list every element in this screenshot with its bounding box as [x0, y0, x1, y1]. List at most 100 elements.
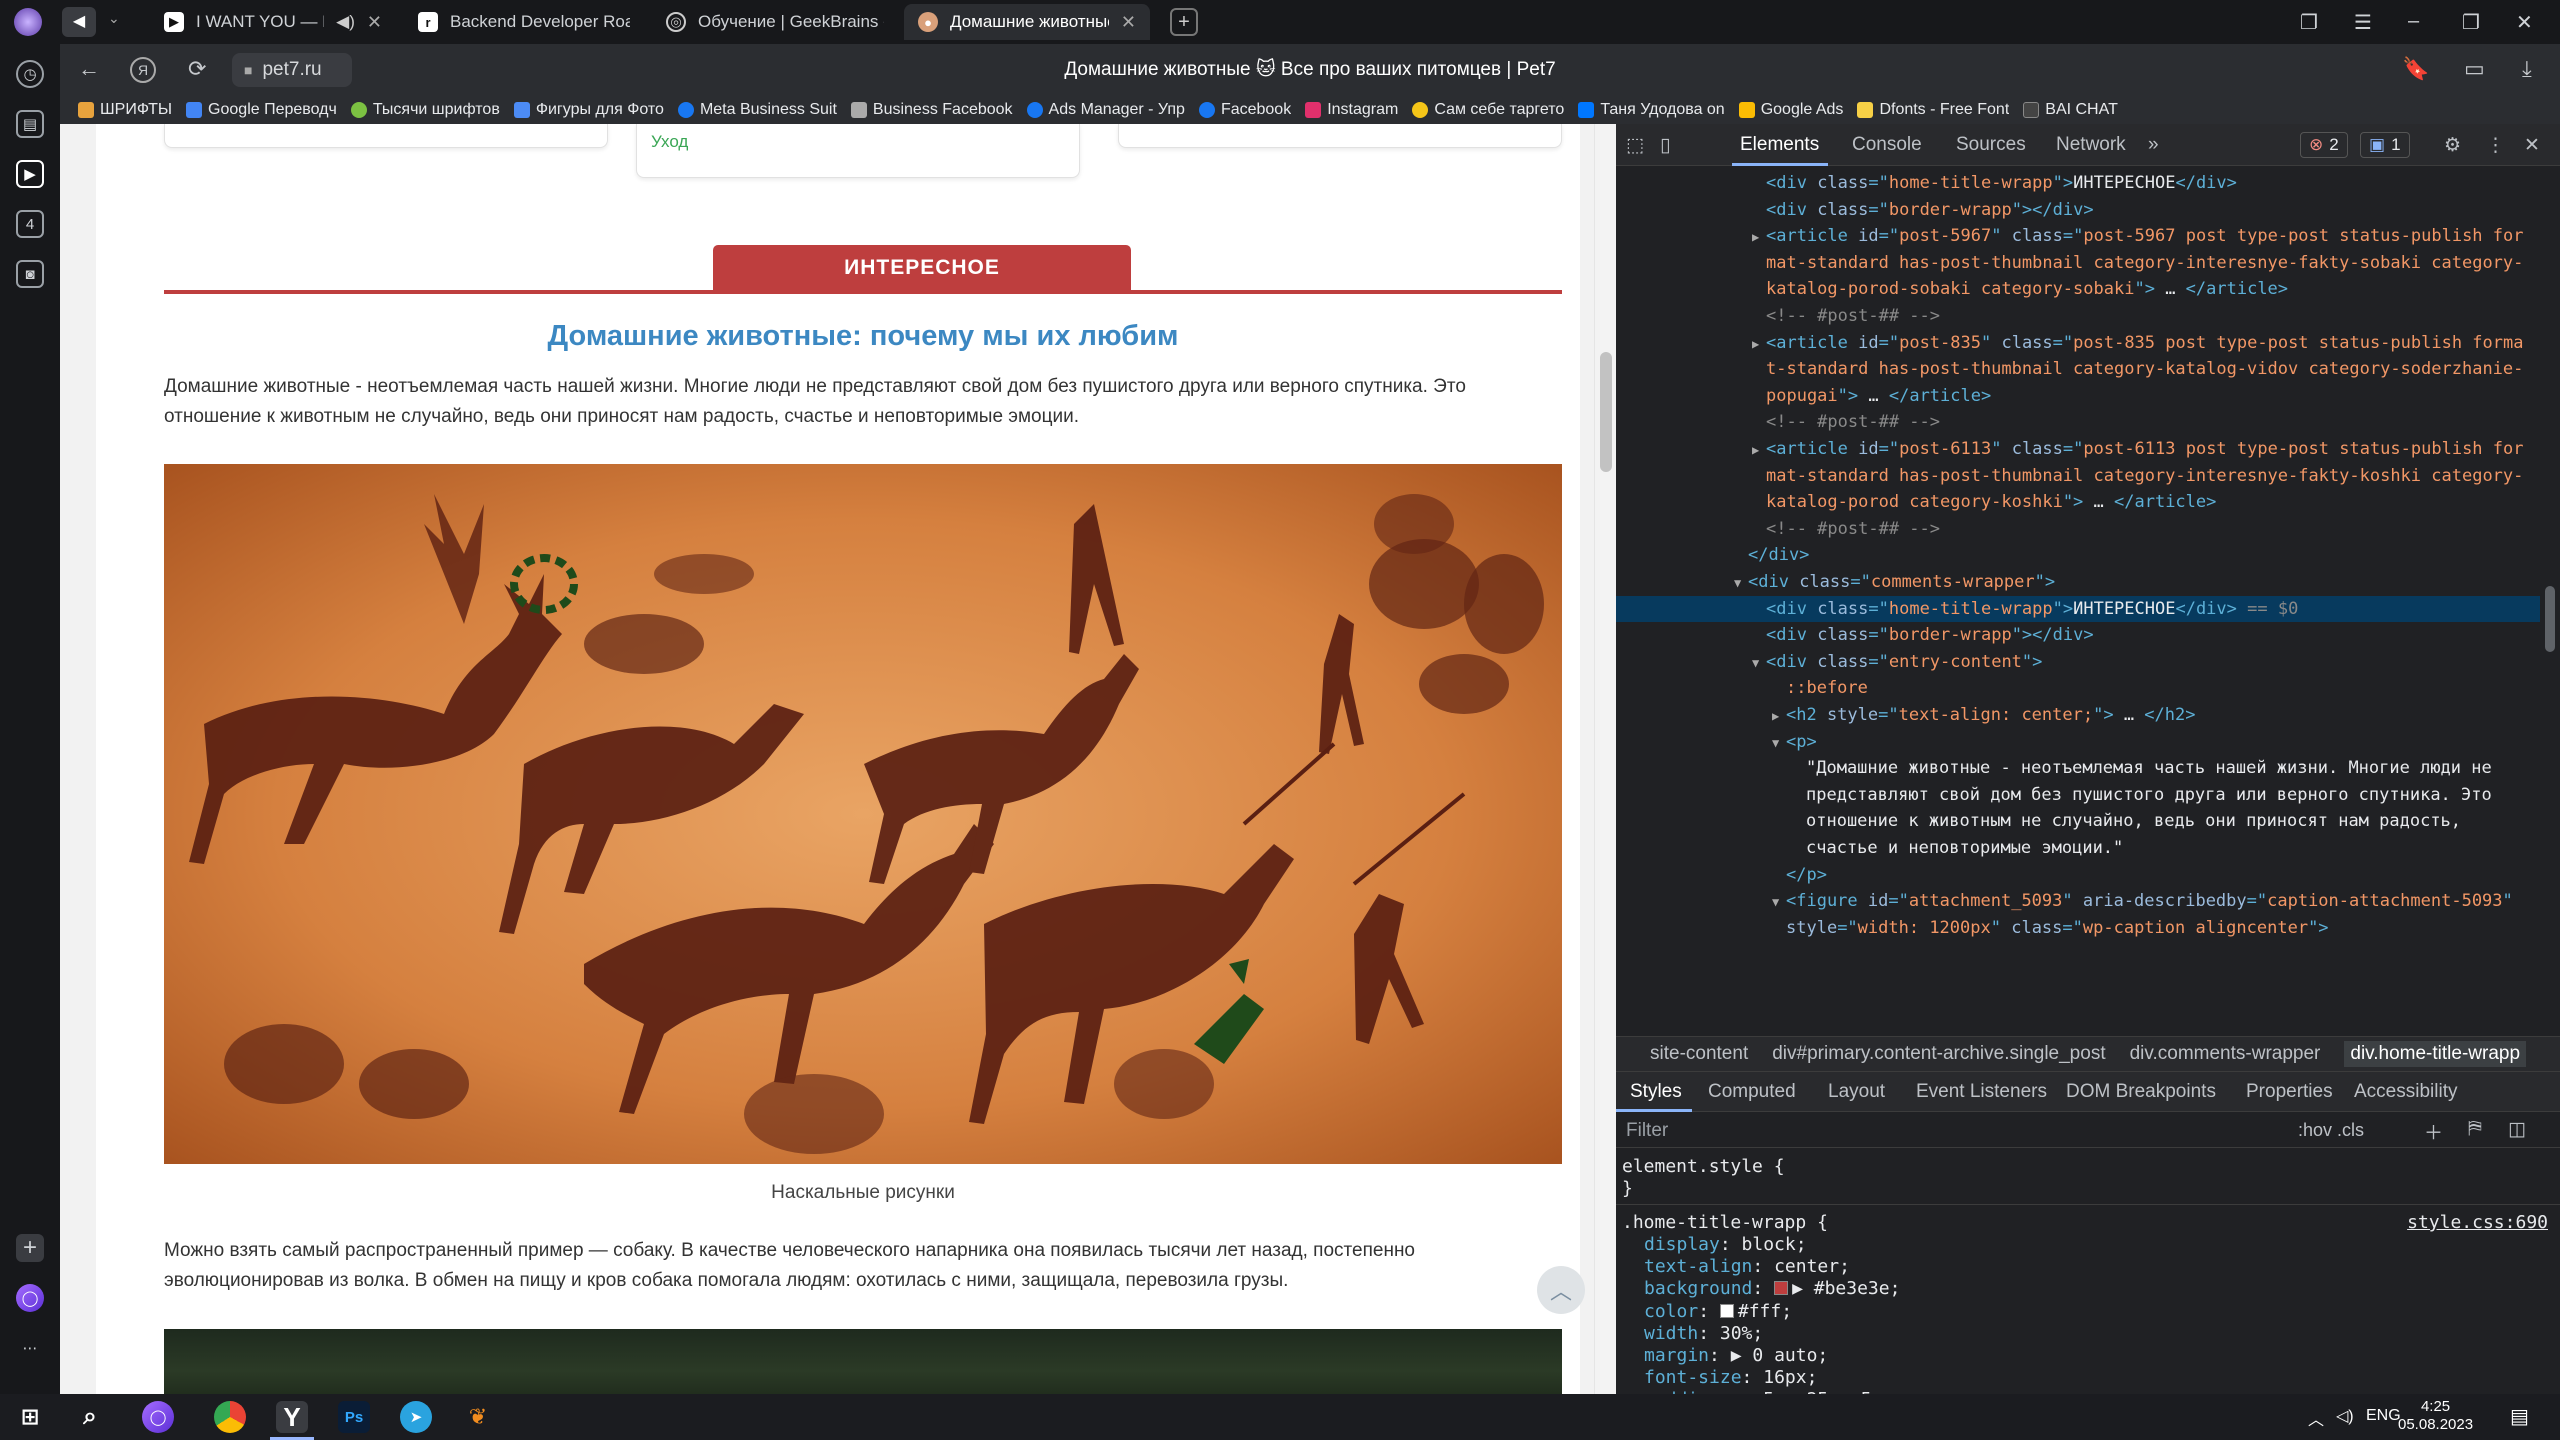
dom-node[interactable]: mat-standard has-post-thumbnail category…	[1616, 463, 2540, 489]
dom-node[interactable]: <!-- #post-## -->	[1616, 409, 2540, 435]
dom-node[interactable]: отношение к животным не случайно, ведь о…	[1616, 808, 2540, 834]
browser-tab-3[interactable]: ◎ Обучение | GeekBrains - о	[652, 4, 898, 40]
speaker-icon[interactable]: ◀)	[336, 12, 355, 32]
bookmark-icon[interactable]: 🔖	[2402, 56, 2429, 82]
bookmark-item[interactable]: Dfonts - Free Font	[1857, 101, 2009, 119]
telegram-icon[interactable]: ➤	[400, 1401, 432, 1433]
card-category-link[interactable]: Уход	[651, 132, 688, 152]
dom-node[interactable]: "Домашние животные - неотъемлемая часть …	[1616, 755, 2540, 781]
dom-node[interactable]: ▼ <div class="entry-content">	[1616, 649, 2540, 675]
dom-node[interactable]: <div class="border-wrapp"></div>	[1616, 197, 2540, 223]
profile-avatar[interactable]	[14, 8, 42, 36]
styles-pane[interactable]: element.style { } .home-title-wrapp { st…	[1616, 1148, 2560, 1394]
css-declaration[interactable]: font-size: 16px;	[1644, 1367, 1817, 1389]
tab-computed[interactable]: Computed	[1708, 1081, 1796, 1103]
alice-app-icon[interactable]: ◯	[142, 1401, 174, 1433]
tab-network[interactable]: Network	[2056, 134, 2126, 156]
window-close-icon[interactable]: ✕	[2516, 10, 2533, 35]
tab-elements[interactable]: Elements	[1740, 134, 1819, 156]
bookmark-item[interactable]: Ads Manager - Упр	[1026, 101, 1185, 119]
breadcrumb-item-selected[interactable]: div.home-title-wrapp	[2344, 1041, 2527, 1067]
expand-triangle-icon[interactable]: ▼	[1772, 889, 1786, 914]
close-icon[interactable]: ✕	[2524, 134, 2540, 157]
tab-styles[interactable]: Styles	[1630, 1081, 1682, 1103]
dom-node[interactable]: ▶ <h2 style="text-align: center;"> … </h2…	[1616, 702, 2540, 728]
color-swatch-icon[interactable]	[1774, 1281, 1789, 1296]
tab-properties[interactable]: Properties	[2246, 1081, 2333, 1103]
css-declaration[interactable]: text-align: center;	[1644, 1256, 1850, 1278]
bookmark-item[interactable]: Instagram	[1305, 101, 1398, 119]
yandex-browser-icon[interactable]: Y	[276, 1401, 308, 1433]
dom-node[interactable]: <div class="border-wrapp"></div>	[1616, 622, 2540, 648]
alice-icon[interactable]: ◯	[16, 1284, 44, 1312]
fl-studio-icon[interactable]: ❦	[462, 1401, 494, 1433]
windows-start-icon[interactable]: ⊞	[14, 1401, 46, 1433]
dom-tree[interactable]: <div class="home-title-wrapp">ИНТЕРЕСНОЕ…	[1616, 166, 2560, 1036]
dom-node[interactable]: mat-standard has-post-thumbnail category…	[1616, 250, 2540, 276]
add-rule-icon[interactable]: ＋	[2424, 1118, 2443, 1145]
collapse-triangle-icon[interactable]: ▶	[1752, 331, 1766, 356]
scroll-to-top-button[interactable]: ︿	[1537, 1266, 1585, 1314]
collections-icon[interactable]: ❐	[2300, 10, 2318, 35]
bookmark-item[interactable]: Business Facebook	[850, 101, 1013, 119]
css-declaration[interactable]: background: ▶ #be3e3e;	[1644, 1278, 1900, 1300]
dom-node[interactable]: ▶ <article id="post-835" class="post-835 …	[1616, 330, 2540, 356]
reader-icon[interactable]: ▭	[2464, 56, 2485, 82]
rule-source-link[interactable]: style.css:690	[2407, 1212, 2548, 1233]
menu-icon[interactable]: ☰	[2354, 10, 2372, 35]
hov-cls-toggles[interactable]: :hov .cls	[2298, 1120, 2364, 1141]
rule-selector[interactable]: .home-title-wrapp {	[1622, 1212, 1828, 1234]
dom-node[interactable]: katalog-porod-sobaki category-sobaki"> ……	[1616, 276, 2540, 302]
sidebar-toggle-icon[interactable]: ◫	[2508, 1118, 2526, 1141]
page-scrollbar[interactable]	[1594, 124, 1616, 1394]
breadcrumb-item[interactable]: div#primary.content-archive.single_post	[1772, 1043, 2105, 1065]
tab-accessibility[interactable]: Accessibility	[2354, 1081, 2457, 1103]
bookmark-item[interactable]: ШРИФТЫ	[78, 101, 172, 119]
minimize-icon[interactable]: –	[2408, 10, 2419, 33]
search-icon[interactable]: ⌕	[74, 1401, 106, 1433]
tab-sources[interactable]: Sources	[1956, 134, 2026, 156]
browser-tab-1[interactable]: ▶ I WANT YOU — Lone ◀) ✕	[150, 4, 396, 40]
tab-dom-breakpoints[interactable]: DOM Breakpoints	[2066, 1081, 2216, 1103]
bookmark-item[interactable]: Фигуры для Фото	[513, 101, 664, 119]
tab-group-button[interactable]: ◀	[62, 7, 96, 37]
dom-node[interactable]: ::before	[1616, 675, 2540, 701]
css-declaration[interactable]: width: 30%;	[1644, 1323, 1763, 1345]
volume-icon[interactable]: ◁)	[2336, 1406, 2354, 1426]
dom-node[interactable]: <div class="home-title-wrapp">ИНТЕРЕСНОЕ…	[1616, 170, 2540, 196]
breadcrumb-item[interactable]: site-content	[1650, 1043, 1748, 1065]
tab-console[interactable]: Console	[1852, 134, 1922, 156]
more-tabs-icon[interactable]: »	[2148, 134, 2159, 156]
dom-node[interactable]: ▼ <p>	[1616, 729, 2540, 755]
notification-icon[interactable]: ▤	[2510, 1404, 2529, 1429]
new-tab-button[interactable]: +	[1170, 8, 1198, 36]
collapse-triangle-icon[interactable]: ▶	[1752, 437, 1766, 462]
bookmark-item[interactable]: Тысячи шрифтов	[350, 101, 500, 119]
css-declaration[interactable]: display: block;	[1644, 1234, 1807, 1256]
paint-icon[interactable]: ⛿	[2468, 1118, 2482, 1140]
collapse-triangle-icon[interactable]: ▶	[1752, 224, 1766, 249]
device-toolbar-icon[interactable]: ▯	[1660, 134, 1670, 157]
dom-node[interactable]: счастье и неповторимые эмоции."	[1616, 835, 2540, 861]
collapse-triangle-icon[interactable]: ▶	[1772, 703, 1786, 728]
dom-node[interactable]: <!-- #post-## -->	[1616, 303, 2540, 329]
gear-icon[interactable]: ⚙	[2444, 134, 2461, 157]
dom-node[interactable]: ▶ <article id="post-6113" class="post-611…	[1616, 436, 2540, 462]
expand-triangle-icon[interactable]: ▼	[1772, 730, 1786, 755]
browser-tab-2[interactable]: r Backend Developer Roadm	[404, 4, 644, 40]
dom-node[interactable]: ▼ <figure id="attachment_5093" aria-descr…	[1616, 888, 2540, 914]
expand-triangle-icon[interactable]: ▼	[1752, 650, 1766, 675]
scrollbar-thumb[interactable]	[2545, 586, 2555, 652]
expand-triangle-icon[interactable]: ▼	[1734, 570, 1748, 595]
element-style-rule[interactable]: element.style {	[1622, 1156, 1785, 1178]
system-clock[interactable]: 4:25 05.08.2023	[2398, 1398, 2473, 1434]
close-icon[interactable]: ✕	[1121, 12, 1136, 33]
close-icon[interactable]: ✕	[367, 12, 382, 33]
dom-node[interactable]: ▼ <div class="comments-wrapper">	[1616, 569, 2540, 595]
related-card[interactable]: Уход	[636, 124, 1080, 178]
dom-node[interactable]: </p>	[1616, 862, 2540, 888]
download-icon[interactable]: ⤓	[2522, 56, 2532, 82]
bookmark-item[interactable]: BAI CHAT	[2023, 101, 2118, 119]
browser-tab-4-active[interactable]: ● Домашние животные ✕	[904, 4, 1150, 40]
bookmark-item[interactable]: Facebook	[1198, 101, 1291, 119]
